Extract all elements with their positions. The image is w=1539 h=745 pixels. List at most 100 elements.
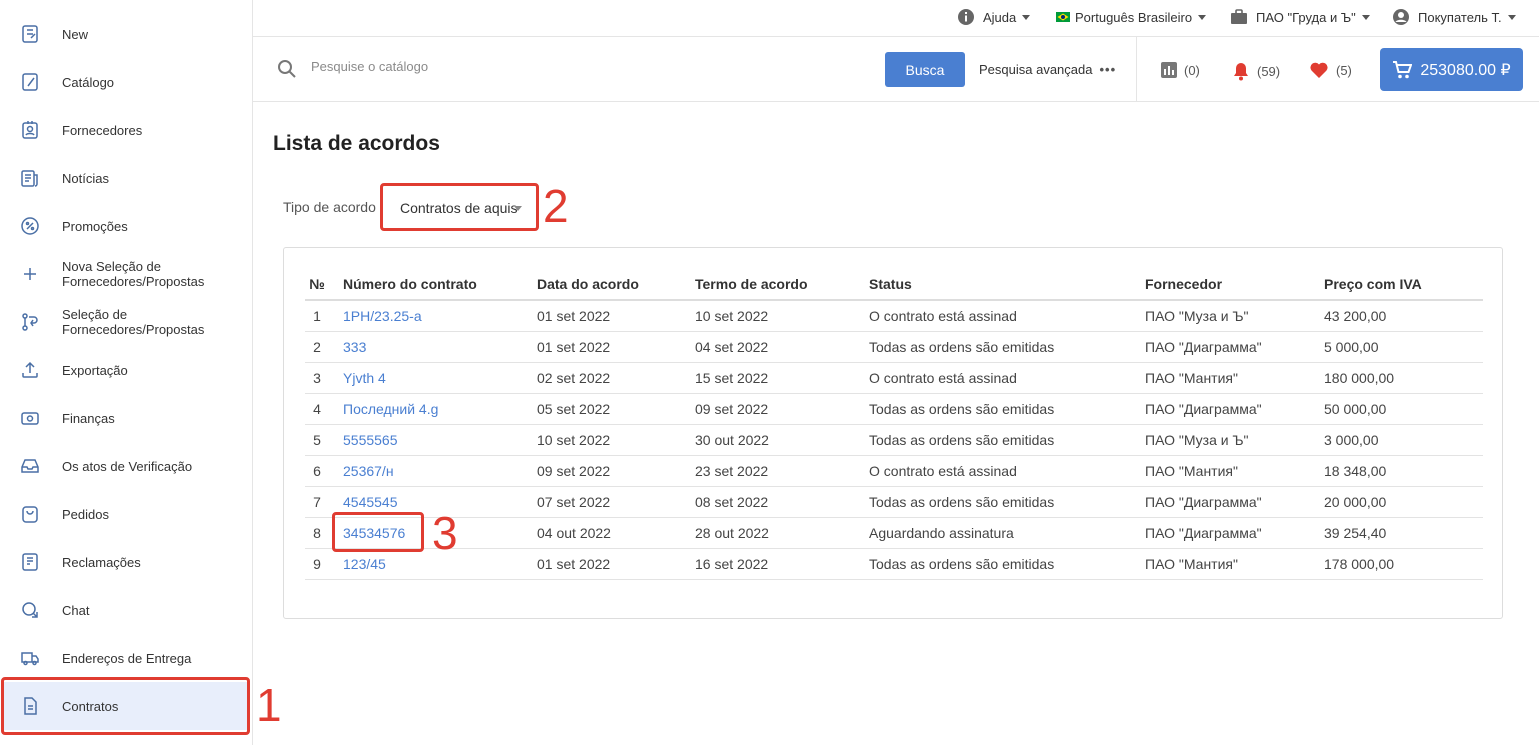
row-number-cell: 9 (305, 548, 329, 580)
swap-icon (22, 313, 38, 331)
price-cell: 178 000,00 (1324, 548, 1483, 580)
favorites-counter[interactable]: (5) (1309, 61, 1352, 79)
bag-icon (22, 506, 38, 523)
complaint-icon (22, 553, 38, 571)
cart-total: 253080.00 ₽ (1420, 61, 1511, 79)
sidebar-item-label: Finanças (62, 410, 115, 426)
filter-label: Tipo de acordo (283, 199, 376, 215)
cart-button[interactable]: 253080.00 ₽ (1380, 48, 1523, 91)
advanced-search-link[interactable]: Pesquisa avançada ••• (979, 62, 1116, 77)
term-cell: 23 set 2022 (695, 455, 869, 487)
row-number-cell: 3 (305, 362, 329, 394)
contract-link[interactable]: Последний 4.g (343, 401, 438, 417)
user-menu[interactable]: Покупатель Т. (1392, 7, 1516, 27)
sidebar-item-complaints[interactable]: Reclamações (0, 538, 252, 586)
search-input[interactable] (311, 59, 871, 74)
notifications-count: (59) (1257, 63, 1281, 79)
contract-link[interactable]: 5555565 (343, 432, 398, 448)
sidebar-item-label: Pedidos (62, 506, 109, 522)
sidebar-item-new-selection[interactable]: Nova Seleção de Fornecedores/Propostas (0, 250, 252, 298)
contract-link[interactable]: 333 (343, 339, 366, 355)
supplier-cell: ПАО "Муза и Ъ" (1145, 300, 1324, 332)
highlight-box-contracts (1, 677, 250, 735)
row-number-cell: 2 (305, 331, 329, 363)
sidebar-item-suppliers[interactable]: Fornecedores (0, 106, 252, 154)
sidebar-item-news[interactable]: Notícias (0, 154, 252, 202)
truck-icon (21, 652, 39, 666)
catalog-icon (22, 73, 38, 91)
contract-link[interactable]: Yjvth 4 (343, 370, 386, 386)
sidebar-item-label: Nova Seleção de Fornecedores/Propostas (62, 259, 205, 289)
search-bar: Busca Pesquisa avançada ••• (0) (59) (5)… (253, 37, 1539, 102)
contract-number-cell: Последний 4.g (329, 393, 537, 425)
notifications-counter[interactable]: (59) (1232, 61, 1280, 81)
bell-icon (1234, 63, 1248, 81)
table-row: 4 Последний 4.g 05 set 2022 09 set 2022 Toda… (305, 393, 1483, 425)
sidebar-item-label: Os atos de Verificação (62, 458, 193, 474)
company-label: ПАО "Груда и Ъ" (1256, 9, 1356, 25)
sidebar-item-verification[interactable]: Os atos de Verificação (0, 442, 252, 490)
inbox-icon (21, 459, 39, 473)
heart-icon (1310, 62, 1328, 78)
contract-link[interactable]: 123/45 (343, 556, 386, 572)
supplier-cell: ПАО "Мантия" (1145, 455, 1324, 487)
date-cell: 07 set 2022 (537, 486, 695, 518)
sidebar-item-addresses[interactable]: Endereços de Entrega (0, 634, 252, 682)
term-cell: 08 set 2022 (695, 486, 869, 518)
status-cell: Todas as ordens são emitidas (869, 393, 1145, 425)
sidebar-item-export[interactable]: Exportação (0, 346, 252, 394)
term-cell: 15 set 2022 (695, 362, 869, 394)
price-cell: 39 254,40 (1324, 517, 1483, 549)
company-menu[interactable]: ПАО "Груда и Ъ" (1230, 7, 1370, 27)
sidebar-item-promotions[interactable]: Promoções (0, 202, 252, 250)
date-cell: 10 set 2022 (537, 424, 695, 456)
chevron-down-icon (1507, 14, 1516, 20)
sidebar-item-label: Reclamações (62, 554, 141, 570)
chevron-down-icon (1198, 14, 1207, 20)
sidebar-item-selection[interactable]: Seleção de Fornecedores/Propostas (0, 298, 252, 346)
contract-number-cell: Yjvth 4 (329, 362, 537, 394)
price-cell: 20 000,00 (1324, 486, 1483, 518)
col-header-date: Data do acordo (537, 268, 695, 301)
contract-link[interactable]: 4545545 (343, 494, 398, 510)
sidebar-item-label: Endereços de Entrega (62, 650, 192, 666)
status-cell: O contrato está assinad (869, 362, 1145, 394)
supplier-cell: ПАО "Диаграмма" (1145, 393, 1324, 425)
table-row: 8 34534576 04 out 2022 28 out 2022 Aguardand… (305, 517, 1483, 549)
annotation-2: 2 (543, 180, 569, 232)
contract-number-cell: 1PH/23.25-a (329, 300, 537, 332)
sidebar-item-orders[interactable]: Pedidos (0, 490, 252, 538)
language-menu[interactable]: Português Brasileiro (1056, 7, 1207, 27)
term-cell: 30 out 2022 (695, 424, 869, 456)
annotation-3: 3 (432, 507, 458, 559)
date-cell: 01 set 2022 (537, 548, 695, 580)
col-header-contract: Número do contrato (329, 268, 537, 301)
term-cell: 28 out 2022 (695, 517, 869, 549)
supplier-icon (22, 121, 38, 139)
top-bar: Ajuda Português Brasileiro ПАО "Груда и … (253, 0, 1539, 37)
contracts-card: № Número do contrato Data do acordo Term… (283, 247, 1503, 619)
compare-count: (0) (1184, 62, 1200, 78)
brazil-flag-icon (1056, 12, 1070, 22)
favorites-count: (5) (1336, 62, 1352, 78)
sidebar-item-catalog[interactable]: Catálogo (0, 58, 252, 106)
chat-icon (22, 602, 38, 618)
annotation-1: 1 (256, 679, 282, 731)
date-cell: 01 set 2022 (537, 331, 695, 363)
contract-link[interactable]: 1PH/23.25-a (343, 308, 422, 324)
sidebar-item-new[interactable]: New (0, 10, 252, 58)
sidebar-item-label: Seleção de Fornecedores/Propostas (62, 307, 205, 337)
sidebar-item-chat[interactable]: Chat (0, 586, 252, 634)
search-button[interactable]: Busca (885, 52, 965, 87)
compare-counter[interactable]: (0) (1160, 61, 1200, 79)
info-icon (958, 9, 974, 25)
cart-icon (1393, 60, 1413, 78)
price-cell: 43 200,00 (1324, 300, 1483, 332)
help-menu[interactable]: Ajuda (957, 7, 1031, 27)
col-header-status: Status (869, 268, 1145, 301)
sidebar-item-finance[interactable]: Finanças (0, 394, 252, 442)
briefcase-icon (1231, 9, 1247, 24)
status-cell: Todas as ordens são emitidas (869, 548, 1145, 580)
help-label: Ajuda (983, 9, 1017, 25)
contract-link[interactable]: 25367/н (343, 463, 394, 479)
